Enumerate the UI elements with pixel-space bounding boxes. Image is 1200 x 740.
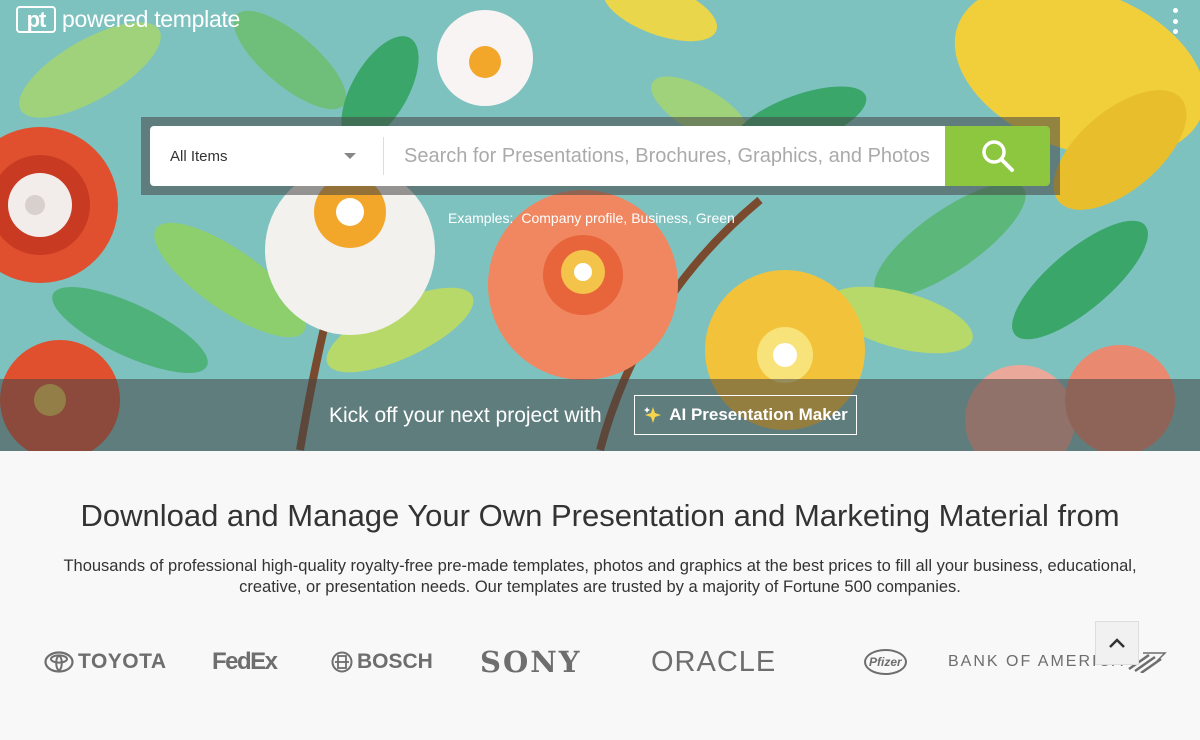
search-examples: Examples: Company profile, Business, Gre… — [448, 210, 735, 226]
example-link[interactable]: Company profile, — [521, 210, 627, 226]
category-value: All Items — [170, 147, 228, 165]
toyota-emblem-icon — [44, 651, 74, 673]
logo-mark: pt — [16, 6, 56, 33]
oracle-logo: ORACLE — [651, 645, 777, 678]
search-button[interactable] — [945, 126, 1050, 186]
site-logo[interactable]: pt powered template — [16, 6, 240, 33]
logo-name: powered template — [62, 6, 241, 32]
bosch-logo: BOSCH — [331, 640, 433, 684]
chevron-up-icon — [1109, 638, 1125, 648]
sparkle-icon — [644, 407, 662, 423]
examples-label: Examples: — [448, 210, 514, 226]
pfizer-logo: Pfizer — [864, 640, 907, 684]
example-link[interactable]: Green — [696, 210, 735, 226]
promo-text: Kick off your next project with — [329, 404, 602, 427]
fedex-logo: FedEx — [212, 648, 278, 675]
example-link[interactable]: Business, — [631, 210, 692, 226]
kebab-menu-icon[interactable] — [1167, 8, 1183, 34]
category-dropdown[interactable]: All Items — [150, 126, 382, 186]
search-icon — [981, 140, 1014, 172]
ai-presentation-maker-button[interactable]: AI Presentation Maker — [634, 395, 857, 435]
toyota-logo: TOYOTA — [44, 640, 167, 684]
page-subtext: Thousands of professional high-quality r… — [63, 557, 1137, 596]
sony-logo: SONY — [480, 645, 582, 679]
back-to-top-button[interactable] — [1095, 621, 1139, 665]
search-box: All Items — [150, 126, 945, 186]
bosch-emblem-icon — [331, 651, 353, 673]
page-headline: Download and Manage Your Own Presentatio… — [80, 498, 1120, 533]
ai-button-label: AI Presentation Maker — [669, 405, 848, 424]
search-input[interactable] — [384, 126, 945, 186]
chevron-down-icon — [344, 153, 356, 159]
brand-logos: TOYOTA FedEx BOSCH SONY ORACLE Pfizer BA… — [0, 640, 1200, 690]
